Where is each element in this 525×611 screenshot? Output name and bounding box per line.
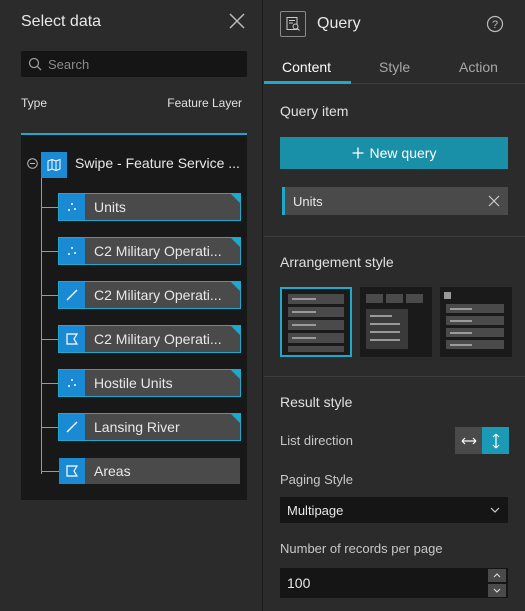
search-placeholder: Search (48, 57, 90, 72)
layer-label: C2 Military Operati... (94, 331, 222, 347)
tree-branch (41, 339, 59, 340)
close-icon[interactable] (228, 12, 246, 30)
query-widget-icon (280, 11, 306, 37)
polyline-icon (59, 414, 85, 440)
layer-label: Areas (94, 463, 131, 479)
remove-icon[interactable] (488, 195, 500, 207)
data-source-list: Swipe - Feature Service ... Units C2 Mil… (21, 133, 247, 500)
tab-bar: Content Style Action (264, 52, 525, 84)
active-tab-indicator (264, 81, 351, 84)
layer-item[interactable]: C2 Military Operati... (58, 281, 241, 309)
divider (264, 236, 525, 237)
select-data-panel: Select data Search Type Feature Layer Sw… (0, 0, 263, 611)
list-direction-label: List direction (280, 433, 353, 448)
records-per-page-value: 100 (287, 575, 311, 591)
panel-title: Select data (21, 13, 102, 30)
search-icon (28, 57, 42, 71)
tree-branch (41, 251, 59, 252)
plus-icon (352, 147, 364, 159)
chevron-up-icon (493, 573, 501, 578)
layer-item[interactable]: C2 Military Operati... (58, 325, 241, 353)
tab-action[interactable]: Action (459, 59, 498, 75)
polygon-icon (59, 458, 85, 484)
data-source-root[interactable]: Swipe - Feature Service ... (75, 155, 245, 171)
layer-label: Units (94, 199, 126, 215)
arrangement-option-1[interactable] (280, 287, 352, 357)
vertical-direction-button[interactable] (482, 427, 509, 454)
point-icon (59, 370, 85, 396)
selected-marker (231, 326, 240, 335)
paging-style-select[interactable]: Multipage (280, 497, 508, 523)
horizontal-direction-button[interactable] (455, 427, 482, 454)
map-icon (41, 152, 67, 178)
paging-style-label: Paging Style (280, 472, 353, 487)
tree-branch (41, 427, 59, 428)
paging-style-value: Multipage (287, 503, 344, 518)
polygon-icon (59, 326, 85, 352)
layer-label: Lansing River (94, 419, 180, 435)
layer-item[interactable]: Lansing River (58, 413, 241, 441)
feature-layer-dropdown[interactable]: Feature Layer (167, 96, 242, 110)
divider (264, 376, 525, 377)
selected-marker (231, 282, 240, 291)
tree-line (41, 178, 42, 474)
horizontal-arrow-icon (461, 437, 476, 444)
tree-branch (41, 383, 59, 384)
polyline-icon (59, 282, 85, 308)
query-item-label: Units (293, 194, 323, 209)
selected-marker (231, 414, 240, 423)
vertical-arrow-icon (492, 433, 499, 448)
type-dropdown[interactable]: Type (21, 96, 47, 110)
layer-item[interactable]: Areas (59, 458, 240, 484)
result-style-heading: Result style (280, 394, 353, 410)
help-icon[interactable]: ? (486, 15, 504, 33)
records-per-page-input[interactable]: 100 (280, 568, 508, 598)
selected-marker (231, 238, 240, 247)
collapse-icon[interactable] (27, 158, 38, 169)
point-icon (59, 194, 85, 220)
new-query-button[interactable]: New query (280, 137, 508, 169)
selected-marker (231, 370, 240, 379)
layer-label: C2 Military Operati... (94, 287, 222, 303)
increment-button[interactable] (488, 569, 506, 582)
tab-content[interactable]: Content (282, 59, 331, 75)
tree-branch (41, 207, 59, 208)
records-per-page-label: Number of records per page (280, 541, 443, 556)
arrangement-option-3[interactable] (440, 287, 512, 357)
layer-item[interactable]: Hostile Units (58, 369, 241, 397)
arrangement-heading: Arrangement style (280, 254, 394, 270)
chevron-down-icon (493, 588, 501, 593)
tree-branch (41, 471, 59, 472)
selected-marker (231, 194, 240, 203)
layer-label: C2 Military Operati... (94, 243, 222, 259)
query-item[interactable]: Units (282, 187, 508, 215)
query-item-heading: Query item (280, 103, 349, 119)
search-input[interactable]: Search (21, 51, 247, 77)
tree-branch (41, 295, 59, 296)
layer-label: Hostile Units (94, 375, 173, 391)
query-settings-panel: Query ? Content Style Action Query item … (264, 0, 525, 611)
decrement-button[interactable] (488, 584, 506, 597)
point-icon (59, 238, 85, 264)
widget-title: Query (317, 15, 361, 32)
layer-item[interactable]: C2 Military Operati... (58, 237, 241, 265)
list-direction-toggle (455, 427, 509, 454)
arrangement-option-2[interactable] (360, 287, 432, 357)
tab-style[interactable]: Style (379, 59, 410, 75)
chevron-down-icon (490, 507, 500, 513)
new-query-label: New query (369, 145, 437, 161)
layer-item[interactable]: Units (58, 193, 241, 221)
svg-text:?: ? (492, 19, 498, 31)
